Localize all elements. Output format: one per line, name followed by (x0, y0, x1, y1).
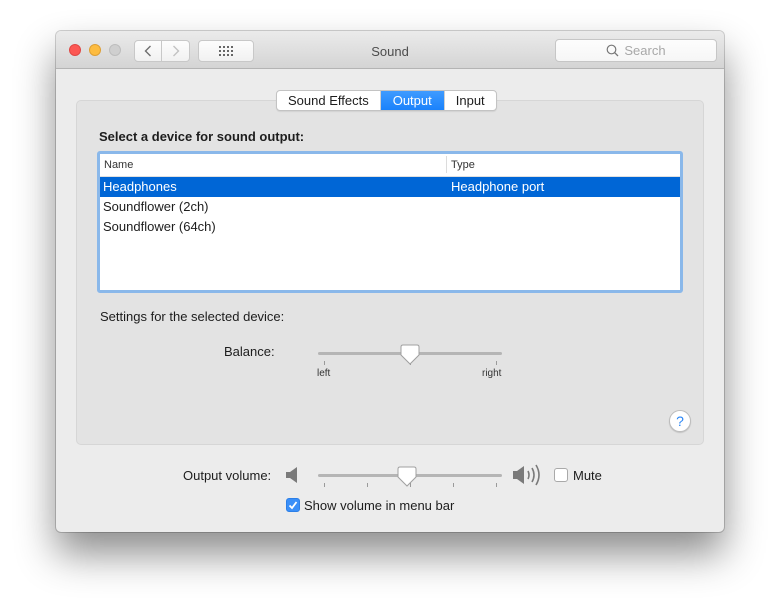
device-settings-label: Settings for the selected device: (100, 309, 285, 324)
output-device-heading: Select a device for sound output: (99, 129, 305, 144)
mute-label[interactable]: Mute (573, 468, 602, 483)
search-icon (606, 44, 619, 57)
speaker-high-icon (513, 464, 540, 486)
slider-tick (324, 483, 325, 487)
tab-bar: Sound Effects Output Input (276, 90, 497, 111)
table-header: Name Type (100, 154, 680, 177)
output-device-table[interactable]: Name Type Headphones Headphone port Soun… (97, 151, 683, 293)
slider-tick (324, 361, 325, 365)
search-placeholder: Search (624, 43, 666, 58)
device-name: Soundflower (2ch) (103, 199, 209, 214)
column-header-name[interactable]: Name (104, 159, 133, 171)
balance-left-label: left (317, 368, 331, 379)
column-header-type[interactable]: Type (451, 159, 475, 171)
device-type: Headphone port (451, 179, 545, 194)
slider-tick (367, 483, 368, 487)
output-volume-slider[interactable] (318, 466, 502, 494)
show-volume-in-menu-bar-label[interactable]: Show volume in menu bar (304, 498, 454, 513)
title-bar: Sound Search (56, 31, 724, 69)
help-button[interactable]: ? (669, 410, 691, 432)
column-divider[interactable] (446, 156, 447, 173)
balance-right-label: right (482, 368, 502, 379)
show-volume-in-menu-bar-checkbox[interactable] (286, 498, 300, 512)
search-field[interactable]: Search (555, 39, 717, 62)
slider-thumb[interactable] (400, 344, 420, 366)
checkmark-icon (288, 501, 298, 510)
tab-input[interactable]: Input (445, 91, 496, 110)
device-name: Soundflower (64ch) (103, 219, 216, 234)
balance-slider[interactable] (318, 344, 502, 372)
table-row[interactable]: Headphones Headphone port (100, 177, 680, 197)
balance-label: Balance: (224, 344, 275, 359)
question-mark-icon: ? (676, 413, 684, 429)
slider-thumb[interactable] (397, 466, 417, 488)
tab-output[interactable]: Output (380, 91, 445, 110)
device-name: Headphones (103, 179, 177, 194)
slider-tick (496, 483, 497, 487)
slider-tick (496, 361, 497, 365)
speaker-low-icon (286, 467, 297, 483)
tab-sound-effects[interactable]: Sound Effects (277, 91, 381, 110)
sound-preferences-window: Sound Search Sound Effects Output Input … (56, 31, 724, 532)
mute-checkbox[interactable] (554, 468, 568, 482)
table-row[interactable]: Soundflower (64ch) (100, 217, 680, 237)
slider-tick (453, 483, 454, 487)
output-volume-label: Output volume: (183, 468, 272, 483)
table-row[interactable]: Soundflower (2ch) (100, 197, 680, 217)
